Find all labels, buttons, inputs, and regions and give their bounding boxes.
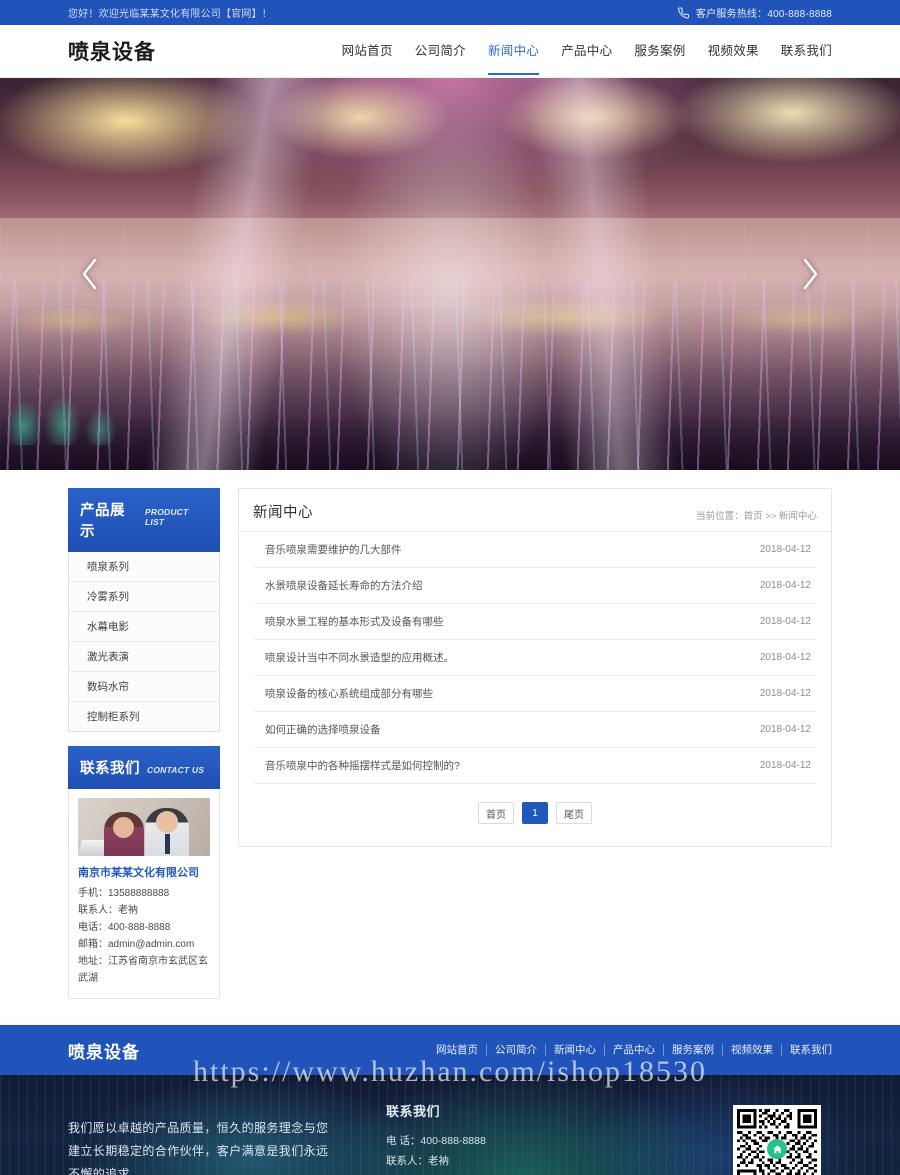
contact-panel-body: 南京市某某文化有限公司 手机：13588888888 联系人：老衲 电话：400… — [68, 789, 220, 999]
footer-inner: 我们愿以卓越的产品质量，恒久的服务理念与您建立长期稳定的合作伙伴，客户满意是我们… — [0, 1075, 900, 1175]
footer-nav-video[interactable]: 视频效果 — [723, 1044, 782, 1056]
footer-nav-news[interactable]: 新闻中心 — [546, 1044, 605, 1056]
banner-next-button[interactable] — [790, 249, 830, 299]
news-title: 水景喷泉设备延长寿命的方法介绍 — [265, 580, 423, 592]
news-title: 音乐喷泉需要维护的几大部件 — [265, 544, 402, 556]
news-date: 2018-04-12 — [759, 544, 811, 555]
nav-item-video[interactable]: 视频效果 — [708, 25, 759, 78]
contact-person: 联系人：老衲 — [78, 905, 138, 916]
footer-slogan: 我们愿以卓越的产品质量，恒久的服务理念与您建立长期稳定的合作伙伴，客户满意是我们… — [68, 1121, 329, 1175]
contact-address: 地址：江苏省南京市玄武区玄武湖 — [78, 956, 208, 984]
contact-panel-header: 联系我们 CONTACT US — [68, 746, 220, 789]
pagination: 首页 1 尾页 — [239, 784, 831, 846]
news-list: 音乐喷泉需要维护的几大部件 2018-04-12 水景喷泉设备延长寿命的方法介绍… — [239, 532, 831, 784]
news-list-item[interactable]: 音乐喷泉需要维护的几大部件 2018-04-12 — [253, 532, 817, 568]
contact-email: 邮箱：admin@admin.com — [78, 939, 195, 950]
product-panel-title-cn: 产品展示 — [80, 503, 125, 540]
news-title: 如何正确的选择喷泉设备 — [265, 724, 381, 736]
footer-nav-products[interactable]: 产品中心 — [605, 1044, 664, 1056]
site-logo[interactable]: 喷泉设备 — [68, 36, 156, 66]
content-panel: 新闻中心 当前位置：首页 >> 新闻中心 音乐喷泉需要维护的几大部件 2018-… — [238, 488, 832, 847]
category-item-water-film[interactable]: 水幕电影 — [69, 612, 219, 642]
news-date: 2018-04-12 — [759, 580, 811, 591]
footer-contact-block: 联系我们 电 话：400-888-8888 联系人：老衲 手 机：1358888… — [368, 1101, 692, 1175]
news-list-item[interactable]: 如何正确的选择喷泉设备 2018-04-12 — [253, 712, 817, 748]
sidebar: 产品展示 PRODUCT LIST 喷泉系列 冷雾系列 水幕电影 激光表演 数码… — [68, 488, 220, 999]
pagination-first[interactable]: 首页 — [478, 802, 514, 824]
footer-logo[interactable]: 喷泉设备 — [68, 1038, 140, 1063]
news-date: 2018-04-12 — [759, 760, 811, 771]
person-male-shape — [144, 808, 189, 856]
category-item-laser-show[interactable]: 激光表演 — [69, 642, 219, 672]
page-title: 新闻中心 — [253, 505, 313, 521]
footer-contact-person: 联系人：老衲 — [386, 1155, 449, 1167]
phone-icon — [677, 6, 690, 19]
news-date: 2018-04-12 — [759, 724, 811, 735]
contact-panel-title-cn: 联系我们 — [80, 761, 140, 777]
welcome-text: 您好！欢迎光临某某文化有限公司【官网】！ — [68, 9, 272, 20]
hotline: 客户服务热线：400-888-8888 — [677, 5, 832, 20]
nav-item-contact[interactable]: 联系我们 — [781, 25, 832, 78]
news-title: 喷泉水景工程的基本形式及设备有哪些 — [265, 616, 444, 628]
category-item-digital-curtain[interactable]: 数码水帘 — [69, 672, 219, 702]
news-list-item[interactable]: 喷泉水景工程的基本形式及设备有哪些 2018-04-12 — [253, 604, 817, 640]
pagination-last[interactable]: 尾页 — [556, 802, 592, 824]
hotline-text: 客户服务热线：400-888-8888 — [695, 9, 832, 20]
news-title: 音乐喷泉中的各种摇摆样式是如何控制的? — [265, 760, 460, 772]
footer-contact-title: 联系我们 — [386, 1104, 441, 1119]
news-list-item[interactable]: 喷泉设计当中不同水景造型的应用概述。 2018-04-12 — [253, 640, 817, 676]
nav-item-home[interactable]: 网站首页 — [342, 25, 393, 78]
contact-mobile: 手机：13588888888 — [78, 888, 170, 899]
footer-nav-cases[interactable]: 服务案例 — [664, 1044, 723, 1056]
site-footer: 我们愿以卓越的产品质量，恒久的服务理念与您建立长期稳定的合作伙伴，客户满意是我们… — [0, 1075, 900, 1175]
product-panel-header: 产品展示 PRODUCT LIST — [68, 488, 220, 552]
site-header: 喷泉设备 网站首页 公司简介 新闻中心 产品中心 服务案例 视频效果 联系我们 — [0, 25, 900, 78]
footer-nav-about[interactable]: 公司简介 — [487, 1044, 546, 1056]
product-category-list: 喷泉系列 冷雾系列 水幕电影 激光表演 数码水帘 控制柜系列 — [68, 552, 220, 732]
news-date: 2018-04-12 — [759, 616, 811, 627]
qr-code-icon — [733, 1105, 821, 1175]
category-item-control-cabinet[interactable]: 控制柜系列 — [69, 702, 219, 731]
contact-photo — [78, 798, 210, 856]
news-list-item[interactable]: 音乐喷泉中的各种摇摆样式是如何控制的? 2018-04-12 — [253, 748, 817, 784]
main-navigation: 网站首页 公司简介 新闻中心 产品中心 服务案例 视频效果 联系我们 — [342, 25, 832, 78]
content-header: 新闻中心 当前位置：首页 >> 新闻中心 — [239, 489, 831, 532]
footer-contact-mobile: 手 机：13588888888 — [386, 1171, 692, 1175]
nav-item-cases[interactable]: 服务案例 — [634, 25, 685, 78]
nav-item-news[interactable]: 新闻中心 — [487, 25, 540, 78]
pagination-page-1[interactable]: 1 — [522, 802, 548, 824]
banner-prev-button[interactable] — [70, 249, 110, 299]
nav-item-products[interactable]: 产品中心 — [561, 25, 612, 78]
product-panel-title-en: PRODUCT LIST — [144, 507, 189, 527]
top-bar: 您好！欢迎光临某某文化有限公司【官网】！ 客户服务热线：400-888-8888 — [0, 0, 900, 25]
footer-qr-block: 微信公众号 — [722, 1101, 832, 1175]
contact-panel: 联系我们 CONTACT US 南京市某某文化有限公司 手机：135888888… — [68, 746, 220, 999]
footer-nav-links: 网站首页 公司简介 新闻中心 产品中心 服务案例 视频效果 联系我们 — [428, 1044, 832, 1056]
news-date: 2018-04-12 — [759, 688, 811, 699]
contact-panel-title-en: CONTACT US — [147, 765, 205, 775]
product-list-panel: 产品展示 PRODUCT LIST 喷泉系列 冷雾系列 水幕电影 激光表演 数码… — [68, 488, 220, 732]
wechat-badge-icon — [767, 1139, 787, 1159]
footer-nav-bar: 喷泉设备 网站首页 公司简介 新闻中心 产品中心 服务案例 视频效果 联系我们 — [0, 1025, 900, 1075]
category-item-cold-fog[interactable]: 冷雾系列 — [69, 582, 219, 612]
banner-water-veil — [0, 78, 900, 470]
contact-phone: 电话：400-888-8888 — [78, 922, 171, 933]
news-title: 喷泉设计当中不同水景造型的应用概述。 — [265, 652, 454, 664]
hero-banner — [0, 78, 900, 470]
news-date: 2018-04-12 — [759, 652, 811, 663]
contact-company-name: 南京市某某文化有限公司 — [78, 867, 199, 879]
breadcrumb: 当前位置：首页 >> 新闻中心 — [696, 511, 817, 522]
person-female-shape — [104, 812, 145, 856]
footer-nav-contact[interactable]: 联系我们 — [782, 1044, 832, 1056]
main-area: 产品展示 PRODUCT LIST 喷泉系列 冷雾系列 水幕电影 激光表演 数码… — [0, 470, 900, 1025]
page-root: 您好！欢迎光临某某文化有限公司【官网】！ 客户服务热线：400-888-8888… — [0, 0, 900, 1175]
nav-item-about[interactable]: 公司简介 — [415, 25, 466, 78]
category-item-fountain[interactable]: 喷泉系列 — [69, 552, 219, 582]
news-list-item[interactable]: 水景喷泉设备延长寿命的方法介绍 2018-04-12 — [253, 568, 817, 604]
footer-nav-home[interactable]: 网站首页 — [428, 1044, 487, 1056]
news-list-item[interactable]: 喷泉设备的核心系统组成部分有哪些 2018-04-12 — [253, 676, 817, 712]
footer-contact-phone: 电 话：400-888-8888 — [386, 1135, 486, 1147]
news-title: 喷泉设备的核心系统组成部分有哪些 — [265, 688, 433, 700]
